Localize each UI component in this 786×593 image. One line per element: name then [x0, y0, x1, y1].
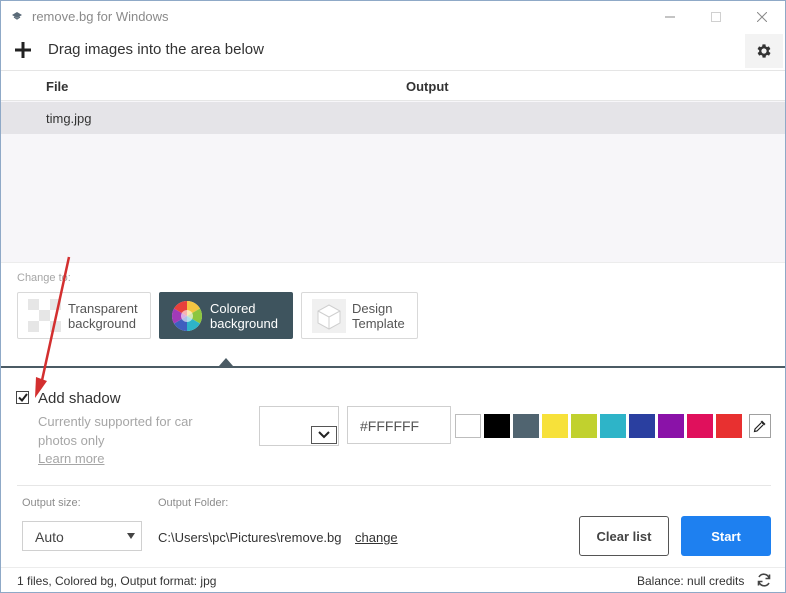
balance-text: Balance: null credits [637, 574, 745, 588]
toolbar: Drag images into the area below [1, 32, 785, 70]
output-size-label: Output size: [22, 497, 81, 509]
option-template-line1: Design [352, 300, 393, 316]
status-summary: 1 files, Colored bg, Output format: jpg [17, 574, 217, 588]
selection-pointer [219, 358, 233, 366]
output-size-select[interactable]: Auto [22, 521, 142, 551]
chevron-down-icon [318, 431, 330, 439]
gear-icon [757, 44, 771, 58]
checkerboard-icon [28, 298, 62, 333]
change-folder-link[interactable]: change [355, 530, 398, 545]
file-list[interactable]: File Output timg.jpg [1, 70, 785, 262]
swatch-pink[interactable] [687, 414, 713, 438]
change-to-label: Change to: [17, 272, 71, 284]
title-bar: remove.bg for Windows [1, 1, 785, 32]
minimize-button[interactable] [647, 1, 693, 32]
column-header-file[interactable]: File [46, 79, 68, 94]
output-folder-label: Output Folder: [158, 497, 229, 509]
plus-icon [15, 42, 31, 58]
option-transparent-line1: Transparent [68, 300, 138, 316]
hex-color-input[interactable]: #FFFFFF [347, 406, 451, 444]
clear-list-button[interactable]: Clear list [579, 516, 669, 556]
status-bar: 1 files, Colored bg, Output format: jpg … [1, 567, 785, 592]
add-images-button[interactable] [9, 36, 37, 64]
start-button[interactable]: Start [681, 516, 771, 556]
swatch-yellow[interactable] [542, 414, 568, 438]
swatch-lime[interactable] [571, 414, 597, 438]
settings-button[interactable] [745, 34, 783, 68]
section-divider [1, 366, 785, 368]
file-name-cell: timg.jpg [46, 111, 92, 126]
app-window: remove.bg for Windows Drag images into t… [0, 0, 786, 593]
maximize-button[interactable] [693, 1, 739, 32]
swatch-blue[interactable] [629, 414, 655, 438]
table-row[interactable]: timg.jpg [1, 102, 785, 134]
option-transparent-background[interactable]: Transparent background [17, 292, 151, 339]
color-swatches [455, 414, 745, 438]
output-divider [17, 485, 771, 486]
color-picker-button[interactable] [749, 414, 771, 438]
color-preview-dropdown[interactable] [259, 406, 339, 446]
output-folder-path: C:\Users\pc\Pictures\remove.bg [158, 530, 342, 545]
swatch-purple[interactable] [658, 414, 684, 438]
refresh-icon[interactable] [756, 572, 772, 588]
option-colored-background[interactable]: Colored background [159, 292, 293, 339]
shadow-description: Currently supported for car photos only [38, 414, 193, 448]
file-list-header: File Output [1, 71, 785, 101]
learn-more-link[interactable]: Learn more [38, 451, 104, 466]
window-title: remove.bg for Windows [32, 9, 169, 24]
swatch-black[interactable] [484, 414, 510, 438]
swatch-white[interactable] [455, 414, 481, 438]
column-header-output[interactable]: Output [406, 79, 449, 94]
option-design-template[interactable]: Design Template [301, 292, 418, 339]
close-icon [757, 11, 767, 22]
cube-icon [312, 298, 346, 333]
swatch-cyan[interactable] [600, 414, 626, 438]
maximize-icon [711, 11, 721, 22]
close-button[interactable] [739, 1, 785, 32]
option-template-line2: Template [352, 315, 405, 331]
option-transparent-line2: background [68, 315, 136, 331]
output-size-value: Auto [35, 529, 64, 545]
drag-hint: Drag images into the area below [48, 41, 264, 58]
option-colored-line1: Colored [210, 300, 256, 316]
dropdown-toggle[interactable] [311, 426, 337, 444]
change-to-section: Change to: Transparent background Colore… [1, 262, 785, 366]
minimize-icon [665, 16, 675, 17]
option-colored-line2: background [210, 315, 278, 331]
add-shadow-checkbox[interactable] [16, 391, 29, 404]
color-wheel-icon [171, 300, 203, 331]
eyedropper-icon [753, 420, 766, 433]
app-logo-icon [12, 12, 22, 20]
caret-down-icon [127, 533, 135, 539]
swatch-red[interactable] [716, 414, 742, 438]
swatch-slate[interactable] [513, 414, 539, 438]
add-shadow-label[interactable]: Add shadow [38, 390, 121, 407]
checkmark-icon [17, 393, 28, 402]
